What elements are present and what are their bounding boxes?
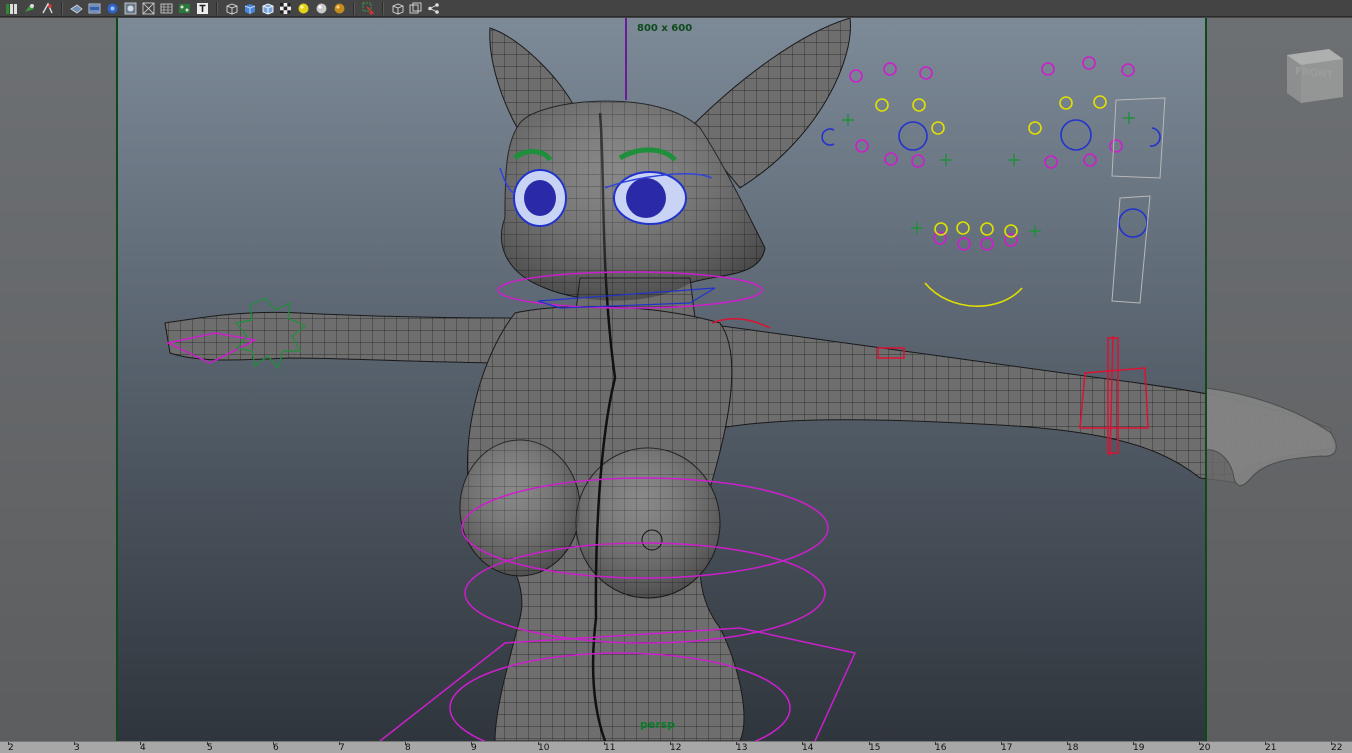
perspective-viewport[interactable]: 800 x 600 persp FRONT [0, 18, 1352, 741]
select-highlight-icon[interactable] [361, 1, 376, 15]
toolbar-separator [382, 1, 384, 15]
smooth-shade-icon[interactable] [141, 1, 156, 15]
cube-wire-icon[interactable] [224, 1, 239, 15]
scene-canvas [164, 18, 1336, 741]
pivot-icon[interactable] [426, 1, 441, 15]
wireframe-icon[interactable] [123, 1, 138, 15]
isolate-select-icon[interactable] [390, 1, 405, 15]
face-control-board [821, 56, 1166, 307]
resolution-gate-icon[interactable] [105, 1, 120, 15]
isolate-icon[interactable] [177, 1, 192, 15]
xray-icon[interactable] [159, 1, 174, 15]
all-lights-icon[interactable] [314, 1, 329, 15]
bookmark-icon[interactable] [40, 1, 55, 15]
view-cube[interactable]: FRONT [1283, 45, 1347, 105]
select-camera-icon[interactable] [4, 1, 19, 15]
resolution-gate-mask-left [0, 18, 117, 741]
shadows-icon[interactable] [332, 1, 347, 15]
cube-shaded-icon[interactable] [242, 1, 257, 15]
resolution-label: 800 x 600 [637, 23, 693, 34]
film-gate-left-edge [116, 18, 118, 741]
grid-icon[interactable] [69, 1, 84, 15]
camera-name-label: persp [640, 718, 676, 731]
cube-wire-on-shaded-icon[interactable] [260, 1, 275, 15]
panel-toolbar [0, 0, 1352, 17]
default-light-icon[interactable] [296, 1, 311, 15]
film-gate-right-edge [1205, 18, 1207, 741]
toolbar-separator [216, 1, 218, 15]
camera-attributes-icon[interactable] [22, 1, 37, 15]
toolbar-separator [61, 1, 63, 15]
toolbar-separator [353, 1, 355, 15]
text-icon[interactable] [195, 1, 210, 15]
character-mesh [164, 18, 1336, 741]
time-slider[interactable]: 2 3 4 5 6 7 8 9 10 11 12 13 14 15 16 17 … [0, 741, 1352, 753]
texture-checker-icon[interactable] [278, 1, 293, 15]
film-gate-icon[interactable] [87, 1, 102, 15]
cube-frame-icon[interactable] [408, 1, 423, 15]
hand-overflow [1206, 387, 1337, 486]
